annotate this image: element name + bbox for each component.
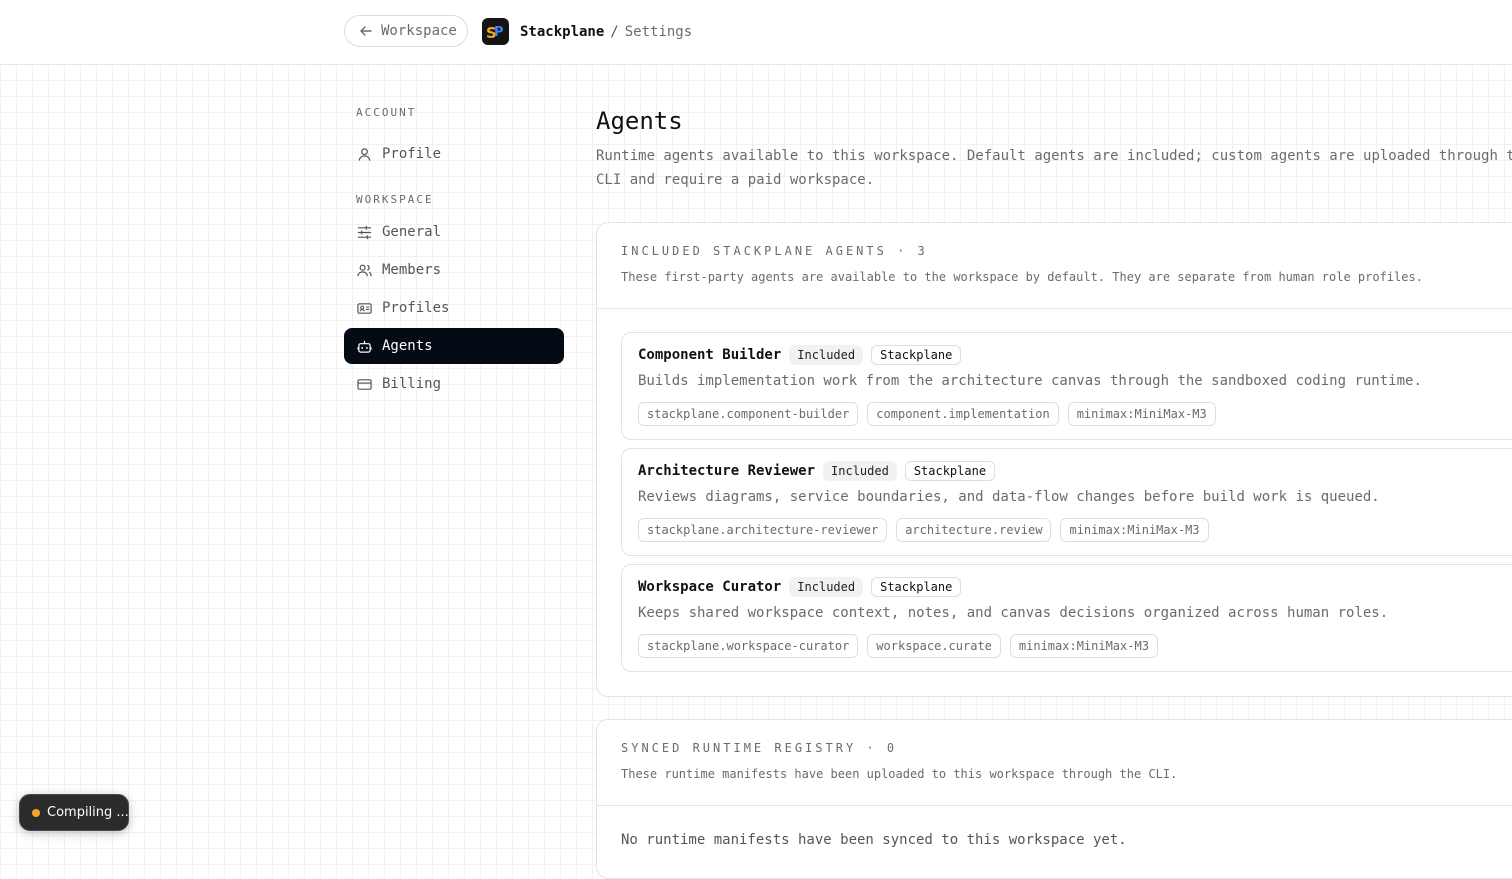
sidebar-item-general[interactable]: General bbox=[344, 214, 564, 250]
bot-icon bbox=[357, 340, 372, 353]
sidebar-item-label: Profiles bbox=[382, 300, 450, 316]
breadcrumb: Stackplane / Settings bbox=[520, 22, 692, 42]
back-to-workspace-button[interactable]: Workspace bbox=[344, 15, 468, 47]
included-agents-header: INCLUDED STACKPLANE AGENTS · 3 These fir… bbox=[597, 223, 1512, 309]
sidebar-item-label: General bbox=[382, 224, 442, 240]
included-agents-title: INCLUDED STACKPLANE AGENTS · 3 bbox=[621, 244, 928, 258]
agent-card-component-builder[interactable]: Component Builder Included Stackplane Bu… bbox=[621, 332, 1512, 440]
arrow-left-icon bbox=[360, 26, 372, 36]
page-title: Agents bbox=[596, 107, 683, 135]
included-agents-subtitle: These first-party agents are available t… bbox=[621, 270, 1423, 284]
top-bar: Workspace S P Stackplane / Settings bbox=[0, 0, 1512, 65]
agent-description: Reviews diagrams, service boundaries, an… bbox=[638, 489, 1380, 505]
breadcrumb-page: Settings bbox=[624, 24, 693, 40]
sidebar-item-agents[interactable]: Agents bbox=[344, 328, 564, 364]
agent-name: Architecture Reviewer bbox=[638, 463, 816, 479]
capability-tag: workspace.curate bbox=[867, 634, 1001, 658]
breadcrumb-app[interactable]: Stackplane bbox=[520, 24, 604, 40]
synced-registry-subtitle: These runtime manifests have been upload… bbox=[621, 767, 1178, 781]
agent-card-architecture-reviewer[interactable]: Architecture Reviewer Included Stackplan… bbox=[621, 448, 1512, 556]
back-button-label: Workspace bbox=[381, 23, 457, 39]
vendor-badge: Stackplane bbox=[871, 577, 962, 597]
vendor-badge: Stackplane bbox=[904, 461, 996, 481]
sidebar-item-billing[interactable]: Billing bbox=[344, 366, 564, 402]
id-card-icon bbox=[357, 302, 372, 314]
agent-id-tag: stackplane.component-builder bbox=[638, 402, 859, 426]
capability-tag: component.implementation bbox=[867, 402, 1059, 426]
synced-registry-title: SYNCED RUNTIME REGISTRY · 0 bbox=[621, 741, 898, 755]
agent-name: Workspace Curator bbox=[638, 579, 782, 595]
compiling-toast[interactable]: Compiling ... bbox=[19, 794, 129, 831]
agent-name: Component Builder bbox=[638, 347, 782, 363]
agent-description: Builds implementation work from the arch… bbox=[638, 373, 1422, 389]
status-dot-icon bbox=[32, 808, 40, 817]
workspace-section-label: WORKSPACE bbox=[356, 193, 434, 206]
user-icon bbox=[358, 147, 371, 161]
users-icon bbox=[357, 264, 372, 276]
sidebar-item-label: Profile bbox=[382, 146, 442, 162]
model-tag: minimax:MiniMax-M3 bbox=[1067, 402, 1216, 426]
agent-card-workspace-curator[interactable]: Workspace Curator Included Stackplane Ke… bbox=[621, 564, 1512, 672]
sidebar-item-label: Agents bbox=[382, 338, 433, 354]
settings-sidebar: ACCOUNT Profile WORKSPACE General Member… bbox=[344, 96, 564, 402]
included-badge: Included bbox=[789, 577, 864, 597]
page-description: Runtime agents available to this workspa… bbox=[596, 148, 1512, 188]
model-tag: minimax:MiniMax-M3 bbox=[1060, 518, 1209, 542]
included-badge: Included bbox=[823, 461, 897, 481]
agent-id-tag: stackplane.workspace-curator bbox=[638, 634, 859, 658]
breadcrumb-separator: / bbox=[610, 24, 619, 40]
empty-state-message: No runtime manifests have been synced to… bbox=[621, 832, 1127, 848]
sidebar-item-label: Members bbox=[382, 262, 442, 278]
vendor-badge: Stackplane bbox=[871, 345, 962, 365]
agent-description: Keeps shared workspace context, notes, a… bbox=[638, 605, 1389, 621]
sidebar-item-profiles[interactable]: Profiles bbox=[344, 290, 564, 326]
included-agents-card: INCLUDED STACKPLANE AGENTS · 3 These fir… bbox=[596, 222, 1512, 697]
capability-tag: architecture.review bbox=[896, 518, 1052, 542]
model-tag: minimax:MiniMax-M3 bbox=[1009, 634, 1158, 658]
synced-registry-card: SYNCED RUNTIME REGISTRY · 0 These runtim… bbox=[596, 719, 1512, 879]
svg-text:P: P bbox=[494, 25, 504, 40]
toast-label: Compiling ... bbox=[47, 805, 129, 820]
sidebar-item-label: Billing bbox=[382, 376, 442, 392]
included-badge: Included bbox=[789, 345, 864, 365]
stackplane-logo: S P bbox=[482, 18, 509, 45]
agent-id-tag: stackplane.architecture-reviewer bbox=[638, 518, 888, 542]
credit-card-icon bbox=[357, 378, 372, 390]
sliders-icon bbox=[357, 225, 372, 239]
account-section-label: ACCOUNT bbox=[356, 106, 417, 119]
synced-registry-header: SYNCED RUNTIME REGISTRY · 0 These runtim… bbox=[597, 720, 1512, 806]
sidebar-item-profile[interactable]: Profile bbox=[344, 136, 564, 172]
sidebar-item-members[interactable]: Members bbox=[344, 252, 564, 288]
